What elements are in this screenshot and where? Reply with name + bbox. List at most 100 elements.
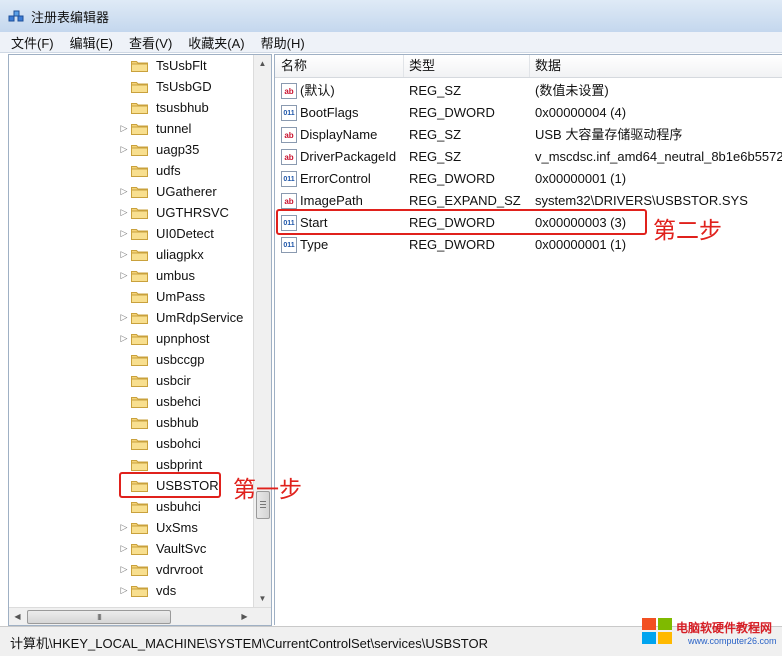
tree-item[interactable]: ▷ umbus: [9, 265, 253, 286]
tree-item[interactable]: ▷ uliagpkx: [9, 244, 253, 265]
expand-arrow-icon[interactable]: ▷: [119, 265, 129, 286]
scroll-right-arrow-icon[interactable]: ▶: [236, 608, 253, 625]
value-type: REG_DWORD: [409, 237, 495, 252]
tree-item[interactable]: ▷ UI0Detect: [9, 223, 253, 244]
tree-item[interactable]: ▷ upnphost: [9, 328, 253, 349]
expand-arrow-icon[interactable]: ▷: [119, 244, 129, 265]
column-data[interactable]: 数据: [529, 55, 782, 77]
expand-arrow-icon[interactable]: ▷: [119, 538, 129, 559]
menu-help[interactable]: 帮助(H): [253, 33, 313, 52]
string-value-icon: ab: [281, 149, 297, 165]
expand-arrow-icon[interactable]: ▷: [119, 517, 129, 538]
expand-arrow-icon[interactable]: ▷: [119, 559, 129, 580]
tree-item[interactable]: ▷ uagp35: [9, 139, 253, 160]
tree-item-label: upnphost: [156, 331, 210, 346]
expand-arrow-icon[interactable]: ▷: [119, 328, 129, 349]
column-name[interactable]: 名称: [275, 55, 404, 77]
key-tree: TsUsbFlt TsUsbGD tsusbhub ▷ tunnel ▷ uagp35 udf…: [9, 55, 253, 605]
registry-editor-icon: [8, 10, 24, 22]
tree-item-label: UmRdpService: [156, 310, 244, 325]
tree-item[interactable]: UmPass: [9, 286, 253, 307]
tree-item[interactable]: ▷ UmRdpService: [9, 307, 253, 328]
tree-item[interactable]: ▷ UGatherer: [9, 181, 253, 202]
tree-item-label: usbhub: [156, 415, 199, 430]
menu-view[interactable]: 查看(V): [121, 33, 180, 52]
expand-arrow-icon[interactable]: ▷: [119, 181, 129, 202]
tree-item[interactable]: TsUsbFlt: [9, 55, 253, 76]
expand-arrow-icon[interactable]: ▷: [119, 139, 129, 160]
column-type[interactable]: 类型: [403, 55, 530, 77]
title-bar: 注册表编辑器: [0, 0, 782, 33]
tree-item[interactable]: udfs: [9, 160, 253, 181]
folder-icon: [131, 500, 148, 513]
expand-arrow-icon[interactable]: ▷: [119, 223, 129, 244]
tree-item-label: TsUsbGD: [156, 79, 212, 94]
tree-item-label: VaultSvc: [156, 541, 207, 556]
tree-item[interactable]: ▷ UxSms: [9, 517, 253, 538]
folder-icon: [131, 122, 148, 135]
string-value-icon: ab: [281, 193, 297, 209]
scroll-down-arrow-icon[interactable]: ▼: [254, 590, 271, 607]
tree-item-label: UGatherer: [156, 184, 217, 199]
menu-edit[interactable]: 编辑(E): [62, 33, 121, 52]
tree-item[interactable]: usbuhci: [9, 496, 253, 517]
tree-item-label: usbcir: [156, 373, 191, 388]
tree-item[interactable]: TsUsbGD: [9, 76, 253, 97]
window-title: 注册表编辑器: [31, 9, 110, 25]
value-row[interactable]: 011 BootFlags REG_DWORD 0x00000004 (4): [275, 102, 782, 124]
folder-icon: [131, 290, 148, 303]
tree-horizontal-scrollbar[interactable]: ◀ III ▶: [9, 607, 271, 625]
value-list-pane[interactable]: 名称 类型 数据 ab (默认) REG_SZ (数值未设置) 011 BootFlags…: [274, 54, 782, 625]
folder-icon: [131, 80, 148, 93]
tree-item[interactable]: usbccgp: [9, 349, 253, 370]
expand-arrow-icon[interactable]: ▷: [119, 307, 129, 328]
tree-item-label: usbccgp: [156, 352, 205, 367]
scroll-left-arrow-icon[interactable]: ◀: [9, 608, 26, 625]
tree-item[interactable]: ▷ tunnel: [9, 118, 253, 139]
value-name: BootFlags: [300, 105, 359, 120]
tree-item-label: vdrvroot: [156, 562, 203, 577]
expand-arrow-icon[interactable]: ▷: [119, 118, 129, 139]
value-row[interactable]: ab (默认) REG_SZ (数值未设置): [275, 80, 782, 102]
value-row[interactable]: ab DriverPackageId REG_SZ v_mscdsc.inf_amd6…: [275, 146, 782, 168]
tree-item[interactable]: ▷ vds: [9, 580, 253, 601]
tree-item[interactable]: ▷ VaultSvc: [9, 538, 253, 559]
folder-icon: [131, 311, 148, 324]
folder-icon: [131, 542, 148, 555]
tree-item-label: umbus: [156, 268, 196, 283]
value-name: DriverPackageId: [300, 149, 397, 164]
tree-item-label: UmPass: [156, 289, 206, 304]
value-data: USB 大容量存储驱动程序: [535, 127, 683, 142]
tree-item-label: UI0Detect: [156, 226, 214, 241]
value-type: REG_SZ: [409, 83, 462, 98]
value-row[interactable]: ab DisplayName REG_SZ USB 大容量存储驱动程序: [275, 124, 782, 146]
key-tree-pane[interactable]: TsUsbFlt TsUsbGD tsusbhub ▷ tunnel ▷ uagp35 udf…: [8, 54, 272, 626]
folder-icon: [131, 332, 148, 345]
tree-item[interactable]: usbohci: [9, 433, 253, 454]
step1-highlight-box: [119, 472, 221, 498]
tree-item[interactable]: usbcir: [9, 370, 253, 391]
tree-item[interactable]: usbehci: [9, 391, 253, 412]
tree-item-label: usbehci: [156, 394, 201, 409]
expand-arrow-icon[interactable]: ▷: [119, 202, 129, 223]
folder-icon: [131, 227, 148, 240]
folder-icon: [131, 59, 148, 72]
folder-icon: [131, 458, 148, 471]
horizontal-scroll-thumb[interactable]: III: [27, 610, 171, 624]
column-header: 名称 类型 数据: [275, 55, 782, 78]
tree-item[interactable]: ▷ UGTHRSVC: [9, 202, 253, 223]
value-row[interactable]: 011 ErrorControl REG_DWORD 0x00000001 (1): [275, 168, 782, 190]
menu-favorites[interactable]: 收藏夹(A): [180, 33, 252, 52]
menu-bar: 文件(F) 编辑(E) 查看(V) 收藏夹(A) 帮助(H): [0, 32, 782, 53]
binary-value-icon: 011: [281, 105, 297, 121]
tree-item[interactable]: ▷ vdrvroot: [9, 559, 253, 580]
menu-file[interactable]: 文件(F): [0, 33, 62, 52]
scroll-up-arrow-icon[interactable]: ▲: [254, 55, 271, 72]
tree-item-label: tsusbhub: [156, 100, 209, 115]
expand-arrow-icon[interactable]: ▷: [119, 580, 129, 601]
tree-vertical-scrollbar[interactable]: ▲ ▼: [253, 55, 271, 607]
tree-item-label: usbprint: [156, 457, 203, 472]
tree-item[interactable]: tsusbhub: [9, 97, 253, 118]
value-type: REG_DWORD: [409, 171, 495, 186]
tree-item[interactable]: usbhub: [9, 412, 253, 433]
